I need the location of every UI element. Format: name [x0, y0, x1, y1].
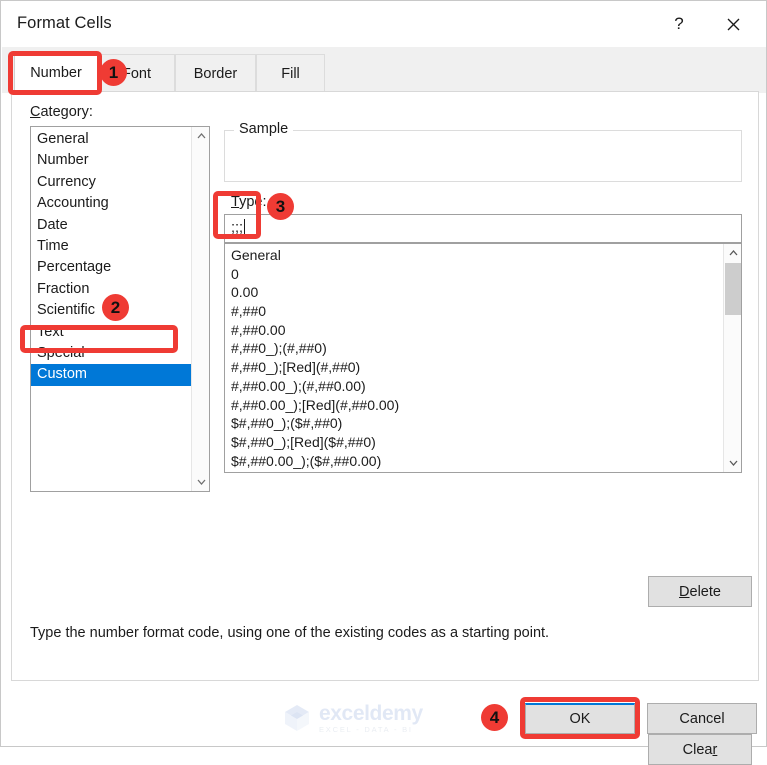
- type-item-0-00[interactable]: 0.00: [225, 283, 723, 302]
- ok-button[interactable]: OK: [525, 703, 635, 734]
- tab-border[interactable]: Border: [175, 54, 256, 92]
- chevron-down-icon[interactable]: [192, 473, 209, 491]
- category-items: General Number Currency Accounting Date Time P…: [31, 129, 191, 386]
- category-item-scientific[interactable]: Scientific: [31, 300, 191, 321]
- tab-number[interactable]: Number: [14, 52, 98, 93]
- type-item-0[interactable]: 0: [225, 265, 723, 284]
- tab-font[interactable]: Font: [98, 54, 175, 92]
- type-label: Type:: [231, 194, 267, 210]
- category-item-general[interactable]: General: [31, 129, 191, 150]
- type-scrollbar[interactable]: [723, 244, 741, 472]
- type-item-0-00[interactable]: #,##0.00: [225, 321, 723, 340]
- type-item-0-0[interactable]: $#,##0_);($#,##0): [225, 414, 723, 433]
- number-tab-panel: Category: General Number Currency Accountin…: [11, 91, 759, 765]
- tab-fill[interactable]: Fill: [256, 54, 325, 92]
- type-listbox[interactable]: General 0 0.00 #,##0 #,##0.00 #,##0_);(#,##0)…: [224, 243, 742, 473]
- text-caret: [244, 219, 246, 234]
- type-scrollbar-thumb[interactable]: [725, 263, 741, 315]
- hint-text: Type the number format code, using one o…: [30, 625, 550, 641]
- tab-strip: Number Font Border Fill: [2, 47, 766, 93]
- type-items: General 0 0.00 #,##0 #,##0.00 #,##0_);(#,##0)…: [225, 246, 723, 470]
- annotation-badge-4: 4: [481, 704, 508, 731]
- type-item-0-00-0-00[interactable]: $#,##0.00_);($#,##0.00): [225, 452, 723, 471]
- cube-logo-icon: [282, 703, 312, 733]
- category-item-currency[interactable]: Currency: [31, 172, 191, 193]
- type-input[interactable]: ;;;: [224, 214, 742, 243]
- category-item-custom[interactable]: Custom: [31, 364, 191, 386]
- type-item-0-red-0[interactable]: #,##0_);[Red](#,##0): [225, 358, 723, 377]
- category-item-fraction[interactable]: Fraction: [31, 279, 191, 300]
- category-item-special[interactable]: Special: [31, 343, 191, 364]
- chevron-up-icon[interactable]: [724, 244, 741, 262]
- category-label: Category:: [30, 104, 93, 120]
- category-item-date[interactable]: Date: [31, 215, 191, 236]
- type-item-0-00-red-0-00[interactable]: #,##0.00_);[Red](#,##0.00): [225, 396, 723, 415]
- watermark-subtitle: EXCEL - DATA - BI: [319, 724, 413, 734]
- delete-button[interactable]: Delete: [648, 576, 752, 607]
- category-listbox[interactable]: General Number Currency Accounting Date Time P…: [30, 126, 210, 492]
- title-bar: Format Cells ?: [1, 1, 766, 47]
- category-item-percentage[interactable]: Percentage: [31, 257, 191, 278]
- type-item-general[interactable]: General: [225, 246, 723, 265]
- chevron-down-icon[interactable]: [724, 454, 741, 472]
- type-item-0-00-0-00[interactable]: #,##0.00_);(#,##0.00): [225, 377, 723, 396]
- category-item-accounting[interactable]: Accounting: [31, 193, 191, 214]
- close-icon: [727, 18, 740, 31]
- clear-button[interactable]: Clea r: [648, 734, 752, 765]
- type-item-0[interactable]: #,##0: [225, 302, 723, 321]
- category-item-number[interactable]: Number: [31, 150, 191, 171]
- category-item-time[interactable]: Time: [31, 236, 191, 257]
- watermark-title: exceldemy: [319, 701, 423, 725]
- type-item-0-0[interactable]: #,##0_);(#,##0): [225, 339, 723, 358]
- category-scrollbar[interactable]: [191, 127, 209, 491]
- close-button[interactable]: [708, 1, 758, 47]
- sample-groupbox: [224, 130, 742, 182]
- chevron-up-icon[interactable]: [192, 127, 209, 145]
- exceldemy-watermark: exceldemy EXCEL - DATA - BI: [282, 698, 462, 738]
- format-cells-dialog: Format Cells ? Number Font Border Fill C…: [0, 0, 767, 765]
- help-button[interactable]: ?: [654, 1, 704, 47]
- sample-label: Sample: [234, 121, 294, 137]
- type-input-value: ;;;: [231, 220, 244, 236]
- type-item-0-red-0[interactable]: $#,##0_);[Red]($#,##0): [225, 433, 723, 452]
- page-title: Format Cells: [17, 14, 112, 32]
- question-mark-icon: ?: [674, 14, 684, 33]
- category-item-text[interactable]: Text: [31, 322, 191, 343]
- cancel-button[interactable]: Cancel: [647, 703, 757, 734]
